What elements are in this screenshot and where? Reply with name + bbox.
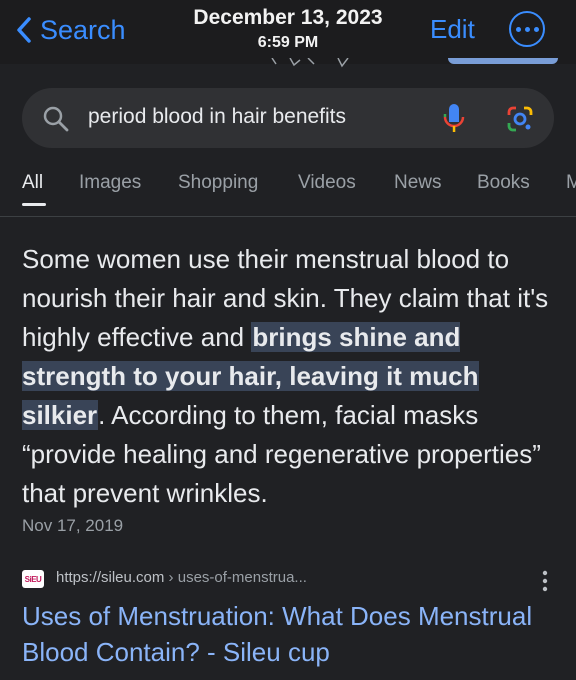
microphone-icon[interactable] bbox=[442, 102, 466, 134]
photo-date: December 13, 2023 bbox=[193, 6, 383, 29]
site-favicon: SiEU bbox=[22, 570, 44, 588]
dot-icon bbox=[515, 26, 521, 32]
result-domain: https://sileu.com bbox=[56, 569, 165, 586]
dot-icon bbox=[524, 26, 530, 32]
dot-icon bbox=[533, 26, 539, 32]
tab-more-cropped[interactable]: M bbox=[566, 172, 576, 194]
search-input[interactable] bbox=[88, 105, 428, 129]
search-icon bbox=[43, 106, 69, 132]
search-bar[interactable] bbox=[22, 88, 554, 148]
tab-books[interactable]: Books bbox=[477, 172, 530, 194]
ios-navigation-bar: Search December 13, 2023 6:59 PM Edit bbox=[0, 0, 576, 64]
tab-images[interactable]: Images bbox=[79, 172, 141, 194]
tab-videos[interactable]: Videos bbox=[298, 172, 356, 194]
snippet-date: Nov 17, 2019 bbox=[22, 516, 124, 535]
more-vert-icon[interactable] bbox=[538, 570, 552, 592]
edit-button[interactable]: Edit bbox=[430, 14, 475, 45]
result-url[interactable]: https://sileu.com › uses-of-menstrua... bbox=[56, 569, 307, 586]
more-options-button[interactable] bbox=[509, 11, 545, 47]
active-tab-indicator bbox=[22, 203, 46, 206]
google-lens-icon[interactable] bbox=[506, 105, 534, 133]
photo-time: 6:59 PM bbox=[257, 34, 319, 51]
result-breadcrumb: › uses-of-menstrua... bbox=[164, 569, 307, 586]
result-title-link[interactable]: Uses of Menstruation: What Does Menstrua… bbox=[22, 598, 542, 670]
tab-all[interactable]: All bbox=[22, 172, 43, 194]
cropped-button-fragment bbox=[448, 58, 558, 64]
snippet-text-after: . According to them, facial masks “provi… bbox=[22, 400, 541, 508]
featured-snippet-text: Some women use their menstrual blood to … bbox=[22, 240, 558, 513]
search-tabs: All Images Shopping Videos News Books M bbox=[0, 172, 576, 217]
cropped-logo-fragment bbox=[271, 58, 349, 68]
tab-news[interactable]: News bbox=[394, 172, 442, 194]
tab-shopping[interactable]: Shopping bbox=[178, 172, 258, 194]
